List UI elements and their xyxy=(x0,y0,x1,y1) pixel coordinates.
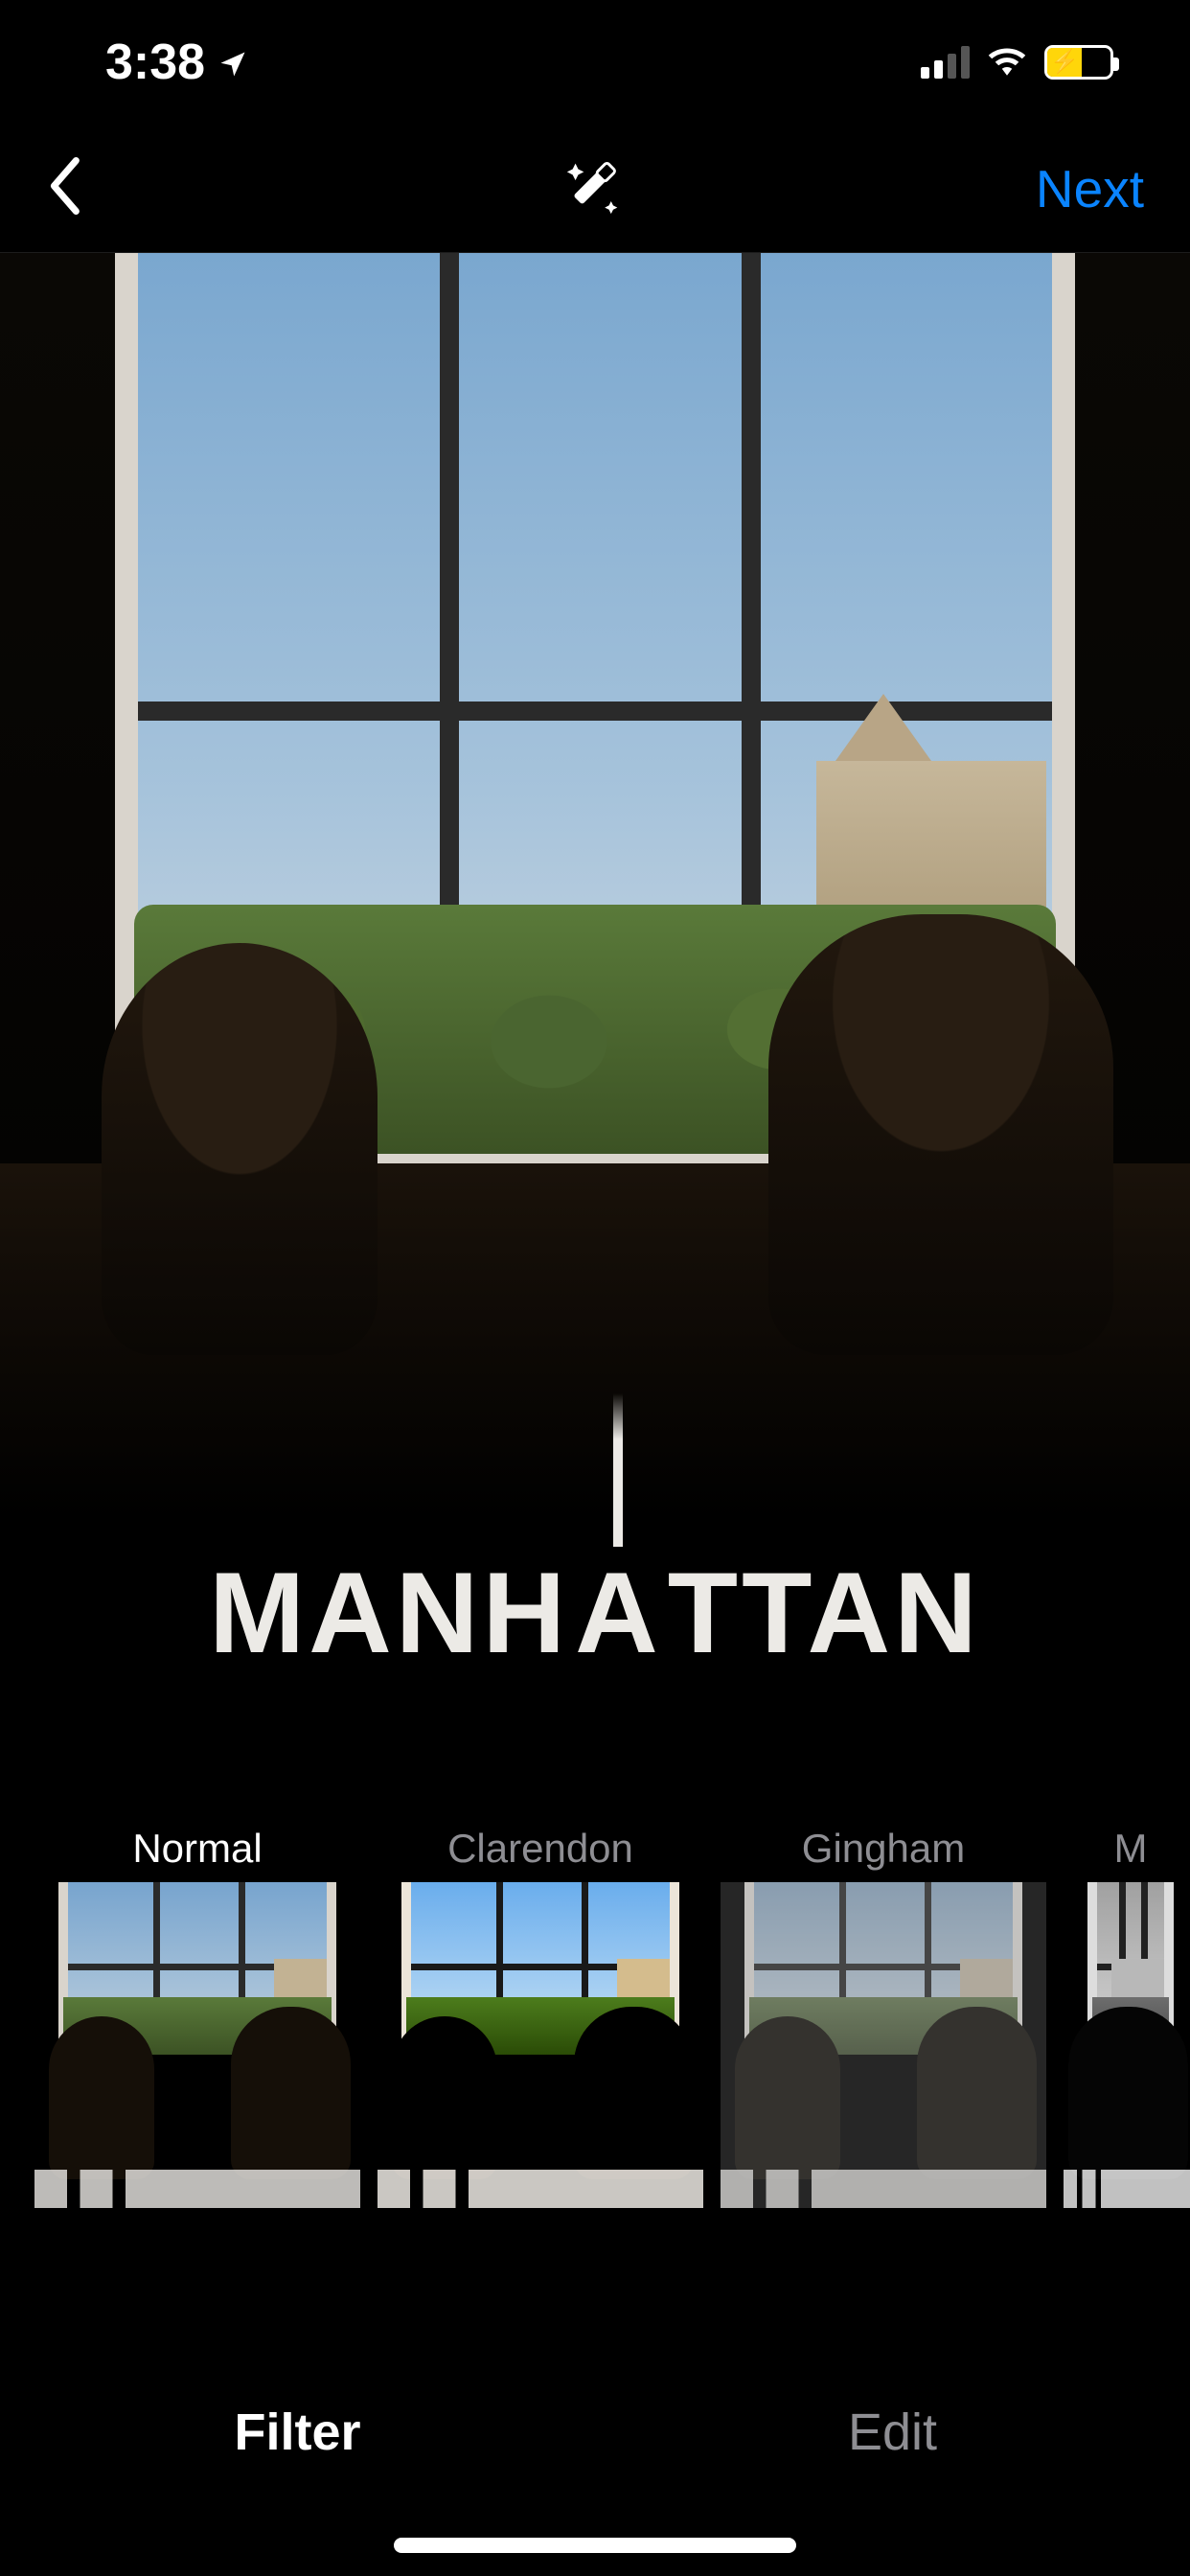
status-bar: 3:38 ⚡ xyxy=(0,0,1190,125)
filter-item-gingham[interactable]: Gingham xyxy=(721,1815,1046,2275)
filter-item-normal[interactable]: Normal xyxy=(34,1815,360,2275)
home-indicator[interactable] xyxy=(394,2538,796,2553)
filter-thumbnail xyxy=(721,1882,1046,2208)
overlay-part: M xyxy=(209,1549,309,1677)
auto-enhance-button[interactable] xyxy=(561,152,629,224)
cellular-icon xyxy=(921,46,970,79)
filter-label: Gingham xyxy=(802,1815,965,1882)
filter-label: Clarendon xyxy=(447,1815,633,1882)
bottom-tabs: Filter Edit xyxy=(0,2336,1190,2576)
filter-strip[interactable]: Normal Clarendon Gingham M xyxy=(0,1815,1190,2275)
charging-bolt-icon: ⚡ xyxy=(1050,51,1079,74)
overlay-part: TTAN xyxy=(668,1549,981,1677)
nav-bar: Next xyxy=(0,125,1190,253)
status-right: ⚡ xyxy=(921,45,1113,80)
next-button[interactable]: Next xyxy=(1036,158,1144,219)
filter-label: M xyxy=(1114,1815,1148,1882)
location-icon xyxy=(218,34,247,91)
wifi-icon xyxy=(987,45,1027,80)
filter-label: Normal xyxy=(132,1815,262,1882)
preview-scene xyxy=(0,253,1190,1758)
back-button[interactable] xyxy=(46,157,82,219)
battery-icon: ⚡ xyxy=(1044,45,1113,80)
filter-item-m[interactable]: M xyxy=(1064,1815,1190,2275)
status-time: 3:38 xyxy=(105,34,205,91)
overlay-part: ANH xyxy=(309,1549,569,1677)
overlay-tower-a: A xyxy=(569,1547,668,1679)
filter-thumbnail xyxy=(378,1882,703,2208)
filter-item-clarendon[interactable]: Clarendon xyxy=(378,1815,703,2275)
image-preview[interactable]: MANHATTAN xyxy=(0,253,1190,1758)
status-left: 3:38 xyxy=(105,34,247,91)
filter-thumbnail xyxy=(1064,1882,1190,2208)
filter-thumbnail xyxy=(34,1882,360,2208)
location-overlay-text: MANHATTAN xyxy=(0,1547,1190,1679)
